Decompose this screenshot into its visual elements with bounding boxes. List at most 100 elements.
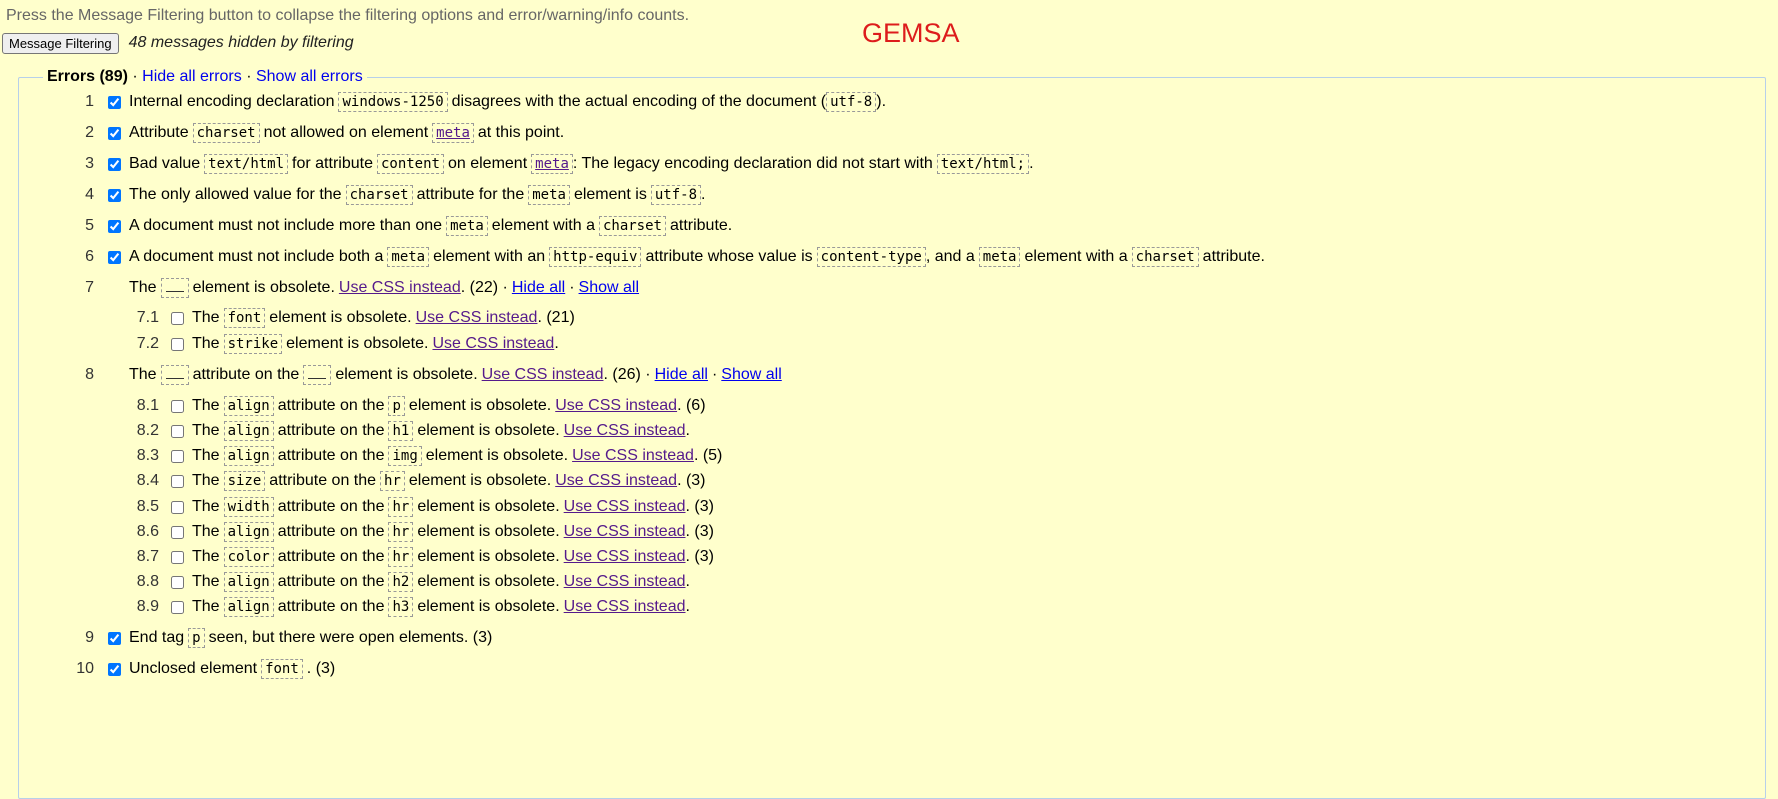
errors-title: Errors (89)	[47, 68, 128, 85]
error-visible-checkbox[interactable]	[171, 600, 184, 614]
error-subrow: 8.4 The size attribute on the hr element…	[19, 469, 706, 493]
code-value: charset	[598, 216, 666, 236]
use-css-instead-link[interactable]: Use CSS instead	[564, 573, 686, 591]
error-subrow: 8.3 The align attribute on the img eleme…	[19, 444, 722, 468]
error-visible-checkbox[interactable]	[171, 474, 184, 488]
error-number: 7.2	[136, 335, 159, 352]
show-all-link[interactable]: Show all	[579, 279, 639, 297]
use-css-instead-link[interactable]: Use CSS instead	[555, 472, 677, 490]
show-all-errors-link[interactable]: Show all errors	[256, 68, 363, 85]
error-row: 3 Bad value text/html for attribute cont…	[19, 152, 1034, 176]
error-number: 8.8	[136, 573, 159, 590]
code-value: meta	[446, 216, 488, 236]
error-visible-checkbox[interactable]	[171, 424, 184, 438]
code-value: windows-1250	[338, 92, 448, 112]
use-css-instead-link[interactable]: Use CSS instead	[564, 598, 686, 616]
code-value: color	[223, 547, 274, 567]
use-css-instead-link[interactable]: Use CSS instead	[482, 366, 604, 384]
error-visible-checkbox[interactable]	[171, 449, 184, 463]
error-visible-checkbox[interactable]	[108, 188, 121, 202]
code-value: width	[223, 497, 274, 517]
hide-all-link[interactable]: Hide all	[655, 366, 708, 384]
error-number: 5	[85, 217, 94, 234]
brand-label: GEMSA	[862, 18, 960, 48]
error-subrow: 7.1 The font element is obsolete. Use CS…	[19, 306, 575, 330]
error-visible-checkbox[interactable]	[171, 500, 184, 514]
hide-all-link[interactable]: Hide all	[512, 279, 565, 297]
error-number: 6	[85, 248, 94, 265]
error-row: 6 A document must not include both a met…	[19, 245, 1265, 269]
code-value: hr	[388, 497, 414, 517]
code-value: utf-8	[650, 185, 702, 205]
error-row: 9 End tag p seen, but there were open el…	[19, 626, 492, 650]
error-subrow: 7.2 The strike element is obsolete. Use …	[19, 332, 559, 356]
error-row: 4 The only allowed value for the charset…	[19, 183, 705, 207]
error-visible-checkbox[interactable]	[108, 631, 121, 645]
element-link[interactable]: meta	[531, 154, 573, 174]
code-value: utf-8	[826, 92, 877, 112]
error-number: 8.9	[136, 598, 159, 615]
error-number: 10	[76, 660, 94, 677]
code-value: img	[388, 446, 422, 466]
error-number: 8.7	[136, 548, 159, 565]
element-link[interactable]: meta	[432, 123, 474, 143]
error-row: 2 Attribute charset not allowed on eleme…	[19, 121, 564, 145]
error-row: 10 Unclosed element font . (3)	[19, 657, 335, 681]
error-visible-checkbox[interactable]	[108, 157, 121, 171]
use-css-instead-link[interactable]: Use CSS instead	[416, 309, 538, 327]
use-css-instead-link[interactable]: Use CSS instead	[564, 422, 686, 440]
error-visible-checkbox[interactable]	[171, 311, 184, 325]
code-value: meta	[387, 247, 430, 267]
use-css-instead-link[interactable]: Use CSS instead	[555, 397, 677, 415]
error-visible-checkbox[interactable]	[108, 126, 121, 140]
use-css-instead-link[interactable]: Use CSS instead	[339, 279, 461, 297]
error-number: 7.1	[136, 309, 159, 326]
message-filtering-button[interactable]: Message Filtering	[2, 32, 119, 54]
hidden-messages-count: 48 messages hidden by filtering	[128, 34, 354, 51]
error-visible-checkbox[interactable]	[108, 250, 121, 264]
code-value: h2	[388, 572, 414, 592]
error-visible-checkbox[interactable]	[171, 525, 184, 539]
code-value: hr	[388, 547, 414, 567]
error-subrow: 8.1 The align attribute on the p element…	[19, 394, 706, 418]
code-value: align	[223, 396, 274, 416]
error-number: 8.6	[136, 523, 159, 540]
error-visible-checkbox[interactable]	[171, 337, 184, 351]
use-css-instead-link[interactable]: Use CSS instead	[432, 335, 554, 353]
code-value: align	[223, 572, 274, 592]
error-number: 8.1	[136, 397, 159, 414]
code-value: text/html;	[936, 154, 1030, 174]
use-css-instead-link[interactable]: Use CSS instead	[564, 523, 686, 541]
show-all-link[interactable]: Show all	[721, 366, 781, 384]
use-css-instead-link[interactable]: Use CSS instead	[564, 498, 686, 516]
errors-legend: Errors (89) · Hide all errors · Show all…	[43, 68, 367, 86]
error-visible-checkbox[interactable]	[108, 219, 121, 233]
code-value: h1	[388, 421, 414, 441]
code-value: p	[388, 396, 405, 416]
code-value: h3	[388, 597, 414, 617]
use-css-instead-link[interactable]: Use CSS instead	[564, 548, 686, 566]
error-subrow: 8.9 The align attribute on the h3 elemen…	[19, 595, 690, 619]
error-number: 1	[85, 93, 94, 110]
hide-all-errors-link[interactable]: Hide all errors	[142, 68, 242, 85]
code-value: align	[223, 421, 274, 441]
code-value: align	[223, 597, 274, 617]
error-visible-checkbox[interactable]	[108, 95, 121, 109]
error-visible-checkbox[interactable]	[171, 399, 184, 413]
code-value: font	[261, 659, 303, 679]
filter-controls: Message Filtering 48 messages hidden by …	[2, 32, 354, 54]
code-value: charset	[1131, 247, 1199, 267]
errors-panel: Errors (89) · Hide all errors · Show all…	[18, 68, 1766, 799]
error-group-row: 8 The attribute on the element is obsole…	[19, 363, 782, 387]
code-value: meta	[528, 185, 570, 205]
error-visible-checkbox[interactable]	[171, 550, 184, 564]
error-visible-checkbox[interactable]	[108, 662, 121, 676]
code-value: meta	[978, 247, 1021, 267]
use-css-instead-link[interactable]: Use CSS instead	[572, 447, 694, 465]
intro-text: Press the Message Filtering button to co…	[6, 7, 690, 24]
code-value: charset	[345, 185, 413, 205]
error-visible-checkbox[interactable]	[171, 575, 184, 589]
code-value: http-equiv	[549, 247, 642, 267]
error-subrow: 8.8 The align attribute on the h2 elemen…	[19, 570, 690, 594]
error-number: 7	[85, 279, 94, 296]
